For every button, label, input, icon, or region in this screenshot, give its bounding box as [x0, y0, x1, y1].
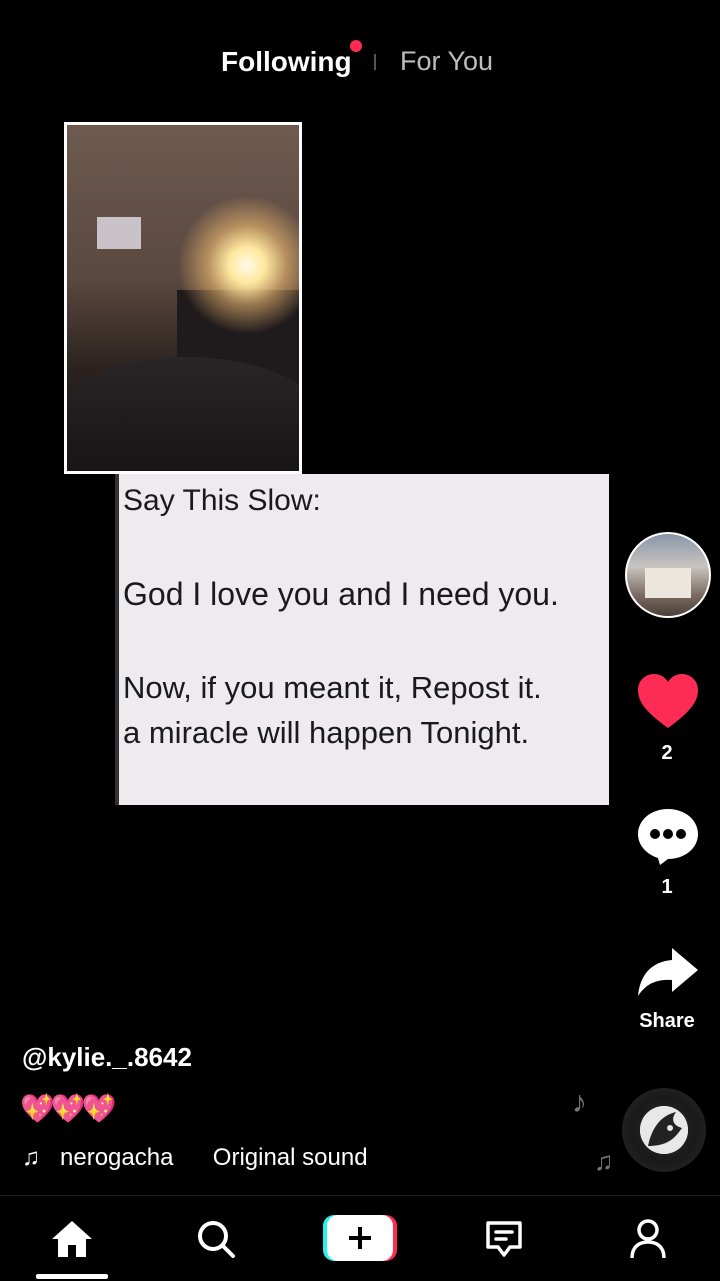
post-caption: 💖💖💖	[20, 1093, 117, 1124]
card-line: a miracle will happen Tonight.	[123, 715, 530, 750]
search-icon	[198, 1220, 235, 1258]
notification-dot	[350, 40, 362, 52]
music-note-icon: ♫	[22, 1144, 40, 1171]
nav-profile[interactable]	[600, 1196, 696, 1281]
top-tabs: Following For You	[0, 40, 720, 84]
sound-ticker[interactable]: nerogacha Original sound	[60, 1144, 380, 1172]
plus-icon	[323, 1215, 397, 1261]
nav-discover[interactable]	[168, 1196, 264, 1281]
sound-title: Original sound	[212, 1144, 368, 1171]
like-button[interactable]	[636, 672, 700, 732]
nav-inbox[interactable]	[456, 1196, 552, 1281]
profile-icon	[630, 1218, 666, 1258]
home-icon	[52, 1220, 92, 1257]
sound-author: nerogacha	[60, 1144, 174, 1171]
share-button[interactable]	[636, 946, 700, 1000]
card-line: Now, if you meant it, Repost it.	[123, 670, 542, 705]
card-line: God I love you and I need you.	[123, 576, 559, 612]
comment-count: 1	[661, 876, 673, 898]
avatar-image	[645, 568, 691, 598]
tab-for-you[interactable]: For You	[400, 46, 493, 77]
share-arrow-icon	[638, 948, 698, 996]
floating-note-icon: ♪	[572, 1086, 587, 1119]
card-line-title: Say This Slow:	[123, 484, 321, 517]
wall-poster	[97, 217, 141, 249]
share-label: Share	[639, 1010, 695, 1032]
tab-divider	[374, 54, 376, 70]
sound-disc[interactable]	[622, 1088, 706, 1172]
nav-home[interactable]	[24, 1196, 120, 1281]
heart-icon	[638, 674, 698, 728]
comment-button[interactable]	[636, 806, 700, 866]
active-tab-indicator	[36, 1274, 108, 1279]
sound-disc-image	[640, 1106, 688, 1154]
creator-username[interactable]: @kylie._.8642	[22, 1042, 192, 1073]
inbox-icon	[486, 1220, 522, 1257]
bed-blanket	[67, 357, 299, 471]
video-inset-image	[64, 122, 302, 474]
video-text-card: Say This Slow: God I love you and I need…	[115, 474, 609, 805]
tab-following[interactable]: Following	[221, 46, 352, 78]
disc-art-icon	[640, 1106, 688, 1154]
floating-note-icon: ♫	[594, 1146, 614, 1176]
comment-icon	[638, 809, 698, 865]
create-button[interactable]	[323, 1215, 397, 1261]
creator-avatar[interactable]	[625, 532, 711, 618]
like-count: 2	[661, 742, 673, 764]
